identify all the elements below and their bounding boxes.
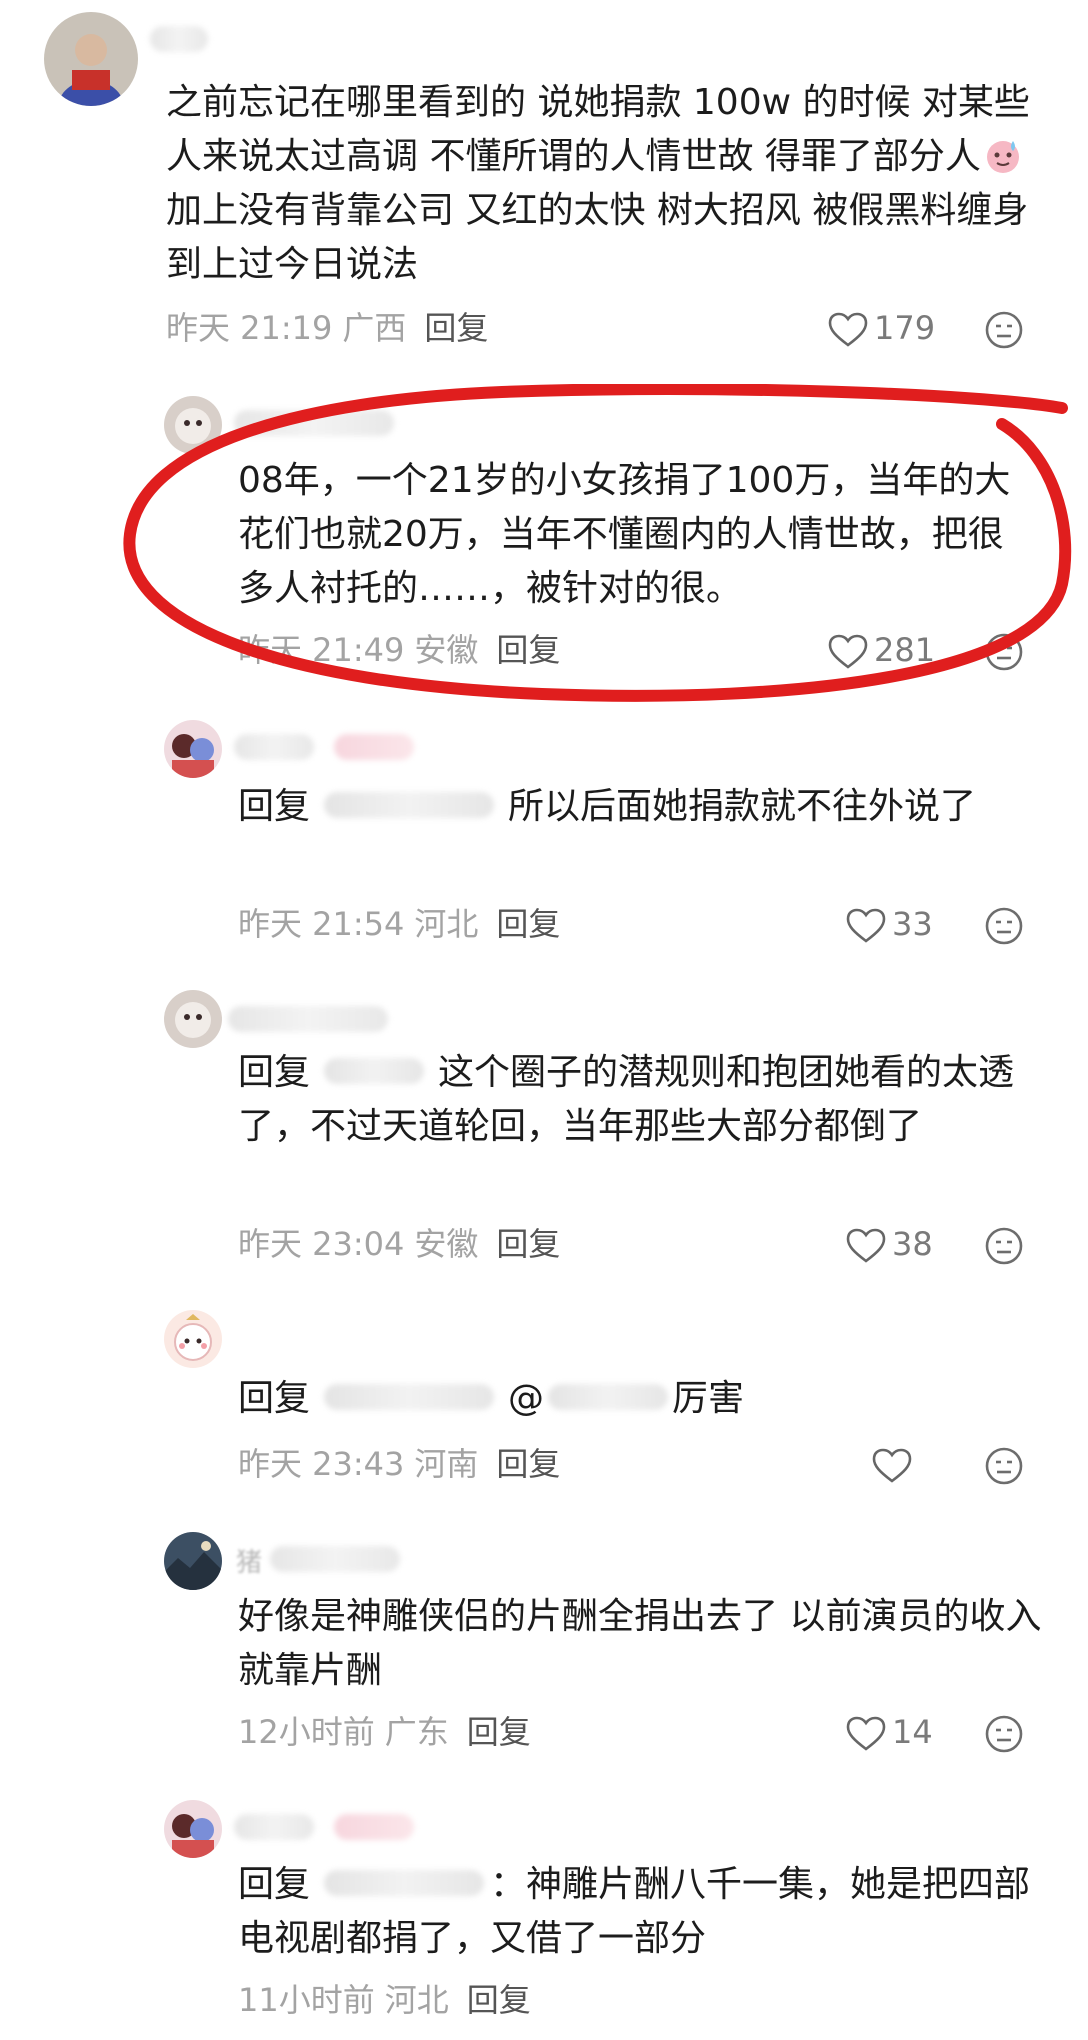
emoji-reaction-icon[interactable] [984, 310, 1024, 350]
timestamp: 昨天 23:04 [238, 1225, 405, 1263]
username-blurred [150, 26, 208, 52]
timestamp: 昨天 21:54 [238, 905, 405, 943]
avatar[interactable] [164, 720, 222, 778]
like-button[interactable]: 38 [846, 1222, 933, 1266]
emoji-reaction-icon[interactable] [984, 1446, 1024, 1486]
comment-meta: 12小时前 广东 回复 [238, 1710, 531, 1754]
comment-5: 回复 @ 厉害 昨天 23:43 河南 回复 [0, 1300, 1088, 1520]
like-button[interactable]: 179 [828, 306, 935, 350]
comment-6: 猪 好像是神雕侠侣的片酬全捐出去了 以前演员的收入就靠片酬 12小时前 广东 回复 … [0, 1520, 1088, 1780]
avatar[interactable] [44, 12, 138, 106]
timestamp: 昨天 21:49 [238, 631, 405, 669]
mention-blurred [548, 1384, 669, 1410]
mention-blurred [324, 1384, 495, 1410]
avatar[interactable] [164, 1532, 222, 1590]
username-blurred [234, 410, 394, 436]
reply-prefix: 回复 [238, 1052, 311, 1093]
like-count: 38 [892, 1225, 933, 1263]
heart-icon [846, 1716, 886, 1751]
emoji-reaction-icon[interactable] [984, 632, 1024, 672]
comment-1: 之前忘记在哪里看到的 说她捐款 100w 的时候 对某些人来说太过高调 不懂所谓… [0, 0, 1088, 360]
emoji-reaction-icon[interactable] [984, 906, 1024, 946]
comment-2: 08年，一个21岁的小女孩捐了100万，当年的大花们也就20万，当年不懂圈内的人… [0, 380, 1088, 690]
badge-blurred [334, 1814, 414, 1840]
emoji-reaction-icon[interactable] [984, 1714, 1024, 1754]
timestamp: 11小时前 [238, 1981, 375, 2019]
heart-icon [846, 908, 886, 943]
like-button[interactable] [872, 1442, 918, 1486]
like-button[interactable]: 33 [846, 902, 933, 946]
timestamp: 昨天 21:19 [166, 309, 333, 347]
comment-7: 回复 ：神雕片酬八千一集，她是把四部电视剧都捐了，又借了一部分 11小时前 河北 回复 [0, 1790, 1088, 2040]
comment-text: 好像是神雕侠侣的片酬全捐出去了 以前演员的收入就靠片酬 [238, 1596, 1042, 1691]
avatar[interactable] [164, 396, 222, 454]
comment-3: 回复 所以后面她捐款就不往外说了 昨天 21:54 河北 回复 33 [0, 710, 1088, 970]
heart-icon [828, 634, 868, 669]
like-count: 14 [892, 1713, 933, 1751]
like-count: 179 [874, 309, 936, 347]
comment-meta: 昨天 21:19 广西 回复 [166, 306, 488, 350]
badge-blurred [334, 734, 414, 760]
comment-meta: 昨天 21:49 安徽 回复 [238, 628, 560, 672]
like-count: 281 [874, 631, 936, 669]
comment-text: 回复 ：神雕片酬八千一集，她是把四部电视剧都捐了，又借了一部分 [238, 1864, 1031, 1959]
reply-prefix: 回复 [238, 786, 311, 827]
reply-button[interactable]: 回复 [496, 1445, 560, 1483]
reply-button[interactable]: 回复 [467, 1981, 531, 2019]
like-count: 33 [892, 905, 933, 943]
avatar[interactable] [164, 1800, 222, 1858]
sweat-smile-emoji [983, 135, 1023, 175]
username-partial: 猪 [236, 1548, 263, 1578]
reply-button[interactable]: 回复 [496, 631, 560, 669]
comment-text: 回复 这个圈子的潜规则和抱团她看的太透了，不过天道轮回，当年那些大部分都倒了 [238, 1052, 1015, 1147]
username-blurred [234, 734, 314, 760]
reply-button[interactable]: 回复 [424, 309, 488, 347]
mention-blurred [324, 792, 495, 818]
comment-4: 回复 这个圈子的潜规则和抱团她看的太透了，不过天道轮回，当年那些大部分都倒了 昨天… [0, 980, 1088, 1280]
location: 广西 [342, 309, 407, 347]
location: 河南 [414, 1445, 479, 1483]
comment-text: 回复 @ 厉害 [238, 1378, 745, 1419]
location: 河北 [414, 905, 479, 943]
at-symbol: @ [508, 1378, 545, 1419]
reply-prefix: 回复 [238, 1864, 311, 1905]
reply-button[interactable]: 回复 [496, 1225, 560, 1263]
like-button[interactable]: 14 [846, 1710, 933, 1754]
comment-meta: 昨天 23:04 安徽 回复 [238, 1222, 560, 1266]
location: 河北 [384, 1981, 449, 2019]
avatar[interactable] [164, 990, 222, 1048]
heart-icon [846, 1228, 886, 1263]
username-blurred [234, 1814, 314, 1840]
avatar[interactable] [164, 1310, 222, 1368]
mention-blurred [324, 1870, 485, 1896]
comment-text: 回复 所以后面她捐款就不往外说了 [238, 786, 977, 827]
comment-meta: 昨天 21:54 河北 回复 [238, 902, 560, 946]
timestamp: 12小时前 [238, 1713, 375, 1751]
heart-icon [872, 1448, 912, 1483]
username-blurred [228, 1006, 388, 1032]
comment-meta: 11小时前 河北 回复 [238, 1978, 531, 2022]
timestamp: 昨天 23:43 [238, 1445, 405, 1483]
like-button[interactable]: 281 [828, 628, 935, 672]
reply-button[interactable]: 回复 [496, 905, 560, 943]
location: 安徽 [414, 631, 479, 669]
heart-icon [828, 312, 868, 347]
comment-meta: 昨天 23:43 河南 回复 [238, 1442, 560, 1486]
reply-button[interactable]: 回复 [467, 1713, 531, 1751]
reply-prefix: 回复 [238, 1378, 311, 1419]
username-blurred [270, 1546, 400, 1572]
comment-text: 08年，一个21岁的小女孩捐了100万，当年的大花们也就20万，当年不懂圈内的人… [238, 460, 1011, 609]
mention-blurred [324, 1058, 425, 1084]
location: 广东 [384, 1713, 449, 1751]
comment-text: 之前忘记在哪里看到的 说她捐款 100w 的时候 对某些人来说太过高调 不懂所谓… [166, 82, 1030, 285]
emoji-reaction-icon[interactable] [984, 1226, 1024, 1266]
location: 安徽 [414, 1225, 479, 1263]
